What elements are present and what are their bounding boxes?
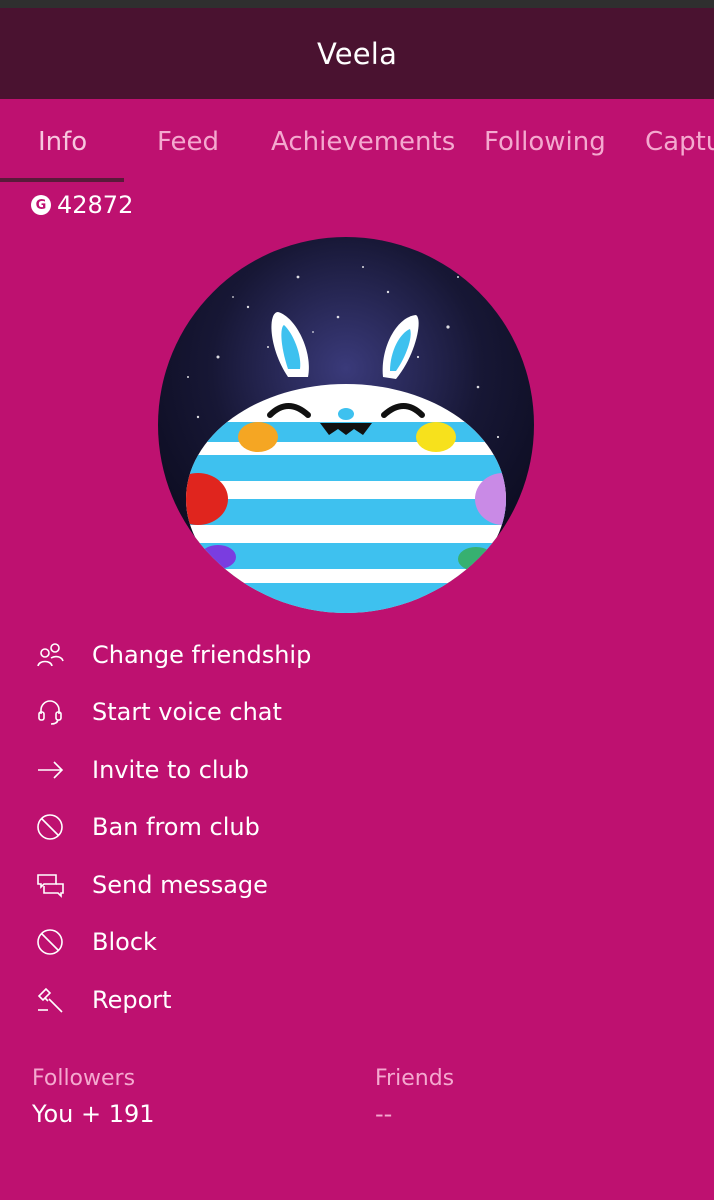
message-icon bbox=[35, 870, 65, 900]
send-message-label: Send message bbox=[92, 870, 268, 899]
active-tab-indicator bbox=[0, 178, 124, 182]
send-message-action[interactable]: Send message bbox=[0, 856, 714, 914]
block-circle-icon bbox=[35, 812, 65, 842]
gamerscore-icon: G bbox=[31, 195, 51, 215]
avatar bbox=[158, 237, 534, 613]
gamerscore: G 42872 bbox=[31, 190, 133, 220]
block-label: Block bbox=[92, 928, 157, 957]
change-friendship-label: Change friendship bbox=[92, 640, 312, 669]
block-action[interactable]: Block bbox=[0, 914, 714, 972]
followers-value[interactable]: You + 191 bbox=[32, 1100, 155, 1128]
start-voice-chat-action[interactable]: Start voice chat bbox=[0, 684, 714, 742]
gavel-icon bbox=[35, 985, 65, 1015]
tab-achievements[interactable]: Achievements bbox=[271, 127, 455, 157]
followers-label: Followers bbox=[32, 1066, 136, 1091]
profile-tabs: Info Feed Achievements Following Captu bbox=[0, 99, 714, 185]
app-header: Veela bbox=[0, 8, 714, 99]
social-stats: Followers You + 191 Friends -- bbox=[0, 1066, 714, 1146]
friends-label: Friends bbox=[375, 1066, 455, 1091]
ban-from-club-action[interactable]: Ban from club bbox=[0, 799, 714, 857]
friends-value[interactable]: -- bbox=[375, 1100, 392, 1128]
profile-name-title: Veela bbox=[316, 36, 398, 71]
profile-actions: Change friendship Start voice chat Invit… bbox=[0, 626, 714, 1029]
status-strip bbox=[0, 0, 714, 8]
gamerscore-value: 42872 bbox=[57, 191, 134, 219]
report-label: Report bbox=[92, 985, 172, 1014]
arrow-right-icon bbox=[35, 755, 65, 785]
invite-to-club-action[interactable]: Invite to club bbox=[0, 741, 714, 799]
block-circle-icon bbox=[35, 927, 65, 957]
start-voice-chat-label: Start voice chat bbox=[92, 698, 282, 727]
people-icon bbox=[35, 640, 65, 670]
tab-captures[interactable]: Captu bbox=[645, 127, 714, 157]
change-friendship-action[interactable]: Change friendship bbox=[0, 626, 714, 684]
report-action[interactable]: Report bbox=[0, 971, 714, 1029]
headset-icon bbox=[35, 697, 65, 727]
ban-from-club-label: Ban from club bbox=[92, 813, 260, 842]
tab-info[interactable]: Info bbox=[38, 127, 87, 157]
tab-feed[interactable]: Feed bbox=[157, 127, 219, 157]
invite-to-club-label: Invite to club bbox=[92, 755, 249, 784]
tab-following[interactable]: Following bbox=[484, 127, 606, 157]
